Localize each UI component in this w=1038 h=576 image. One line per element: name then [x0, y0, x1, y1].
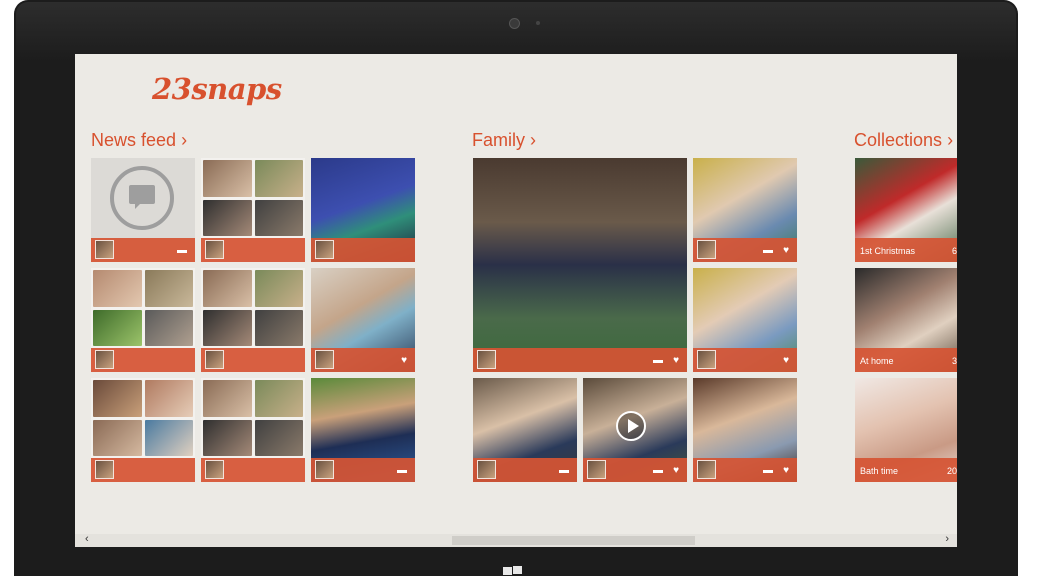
- app-logo: 23snaps: [152, 72, 282, 106]
- family-tile[interactable]: ▬: [473, 378, 577, 482]
- section-header-collections[interactable]: Collections ›: [854, 130, 953, 151]
- avatar: [477, 460, 496, 479]
- avatar: [95, 350, 114, 369]
- chevron-right-icon: ›: [530, 130, 537, 150]
- family-video-tile[interactable]: ▬ ♥: [583, 378, 687, 482]
- app-screen: 23snaps News feed › Family › Collections…: [75, 54, 957, 547]
- photo: [473, 158, 687, 372]
- collection-name: 1st Christmas: [860, 246, 916, 256]
- collection-tile[interactable]: At home 3: [855, 268, 957, 372]
- comment-icon: ▬: [177, 245, 187, 256]
- family-tile[interactable]: ♥: [693, 268, 797, 372]
- section-title: Collections: [854, 130, 943, 150]
- heart-icon: ♥: [673, 355, 679, 366]
- news-feed-tile[interactable]: ♥: [311, 268, 415, 372]
- news-feed-tile[interactable]: [201, 158, 305, 262]
- avatar: [205, 460, 224, 479]
- heart-icon: ♥: [783, 355, 789, 366]
- scroll-right-icon[interactable]: ›: [945, 533, 949, 545]
- news-feed-tile[interactable]: [91, 378, 195, 482]
- chevron-right-icon: ›: [181, 130, 188, 150]
- light-sensor: [536, 21, 540, 25]
- section-header-news-feed[interactable]: News feed ›: [91, 130, 187, 151]
- collection-count: 3: [951, 356, 957, 366]
- family-tile[interactable]: ▬ ♥: [693, 378, 797, 482]
- collection-name: Bath time: [860, 466, 899, 476]
- avatar: [95, 460, 114, 479]
- avatar: [205, 240, 224, 259]
- section-title: Family: [472, 130, 525, 150]
- collection-name: At home: [860, 356, 894, 366]
- avatar: [315, 240, 334, 259]
- avatar: [315, 460, 334, 479]
- photo-collage: [93, 270, 193, 346]
- tablet-bezel-top: [16, 2, 1016, 62]
- scroll-left-icon[interactable]: ‹: [85, 533, 89, 545]
- collection-count: 20: [946, 466, 957, 476]
- avatar: [697, 460, 716, 479]
- photo-collage: [203, 160, 303, 236]
- windows-logo-icon: [503, 566, 523, 576]
- comment-icon: ▬: [763, 245, 773, 256]
- news-feed-tile[interactable]: ▬: [311, 378, 415, 482]
- collection-tile-selected[interactable]: Bath time 20: [855, 378, 957, 482]
- family-feature-tile[interactable]: ▬ ♥: [473, 158, 687, 372]
- avatar: [95, 240, 114, 259]
- comment-icon: ▬: [763, 465, 773, 476]
- heart-icon: ♥: [401, 355, 407, 366]
- collection-tile[interactable]: 1st Christmas 6: [855, 158, 957, 262]
- chevron-right-icon: ›: [947, 130, 954, 150]
- heart-icon: ♥: [783, 465, 789, 476]
- avatar: [697, 240, 716, 259]
- avatar: [477, 350, 496, 369]
- family-tile[interactable]: ▬ ♥: [693, 158, 797, 262]
- scrollbar-thumb[interactable]: [452, 536, 695, 545]
- avatar: [205, 350, 224, 369]
- play-icon[interactable]: [616, 411, 646, 441]
- avatar: [315, 350, 334, 369]
- news-feed-tile[interactable]: ▬: [91, 158, 195, 262]
- avatar: [587, 460, 606, 479]
- comment-icon: ▬: [559, 465, 569, 476]
- collection-count: 6: [951, 246, 957, 256]
- comment-icon: ▬: [653, 465, 663, 476]
- photo-collage: [93, 380, 193, 456]
- photo-collage: [203, 380, 303, 456]
- photo-collage: [203, 270, 303, 346]
- comment-icon: ▬: [397, 465, 407, 476]
- news-feed-tile[interactable]: [311, 158, 415, 262]
- heart-icon: ♥: [783, 245, 789, 256]
- section-header-family[interactable]: Family ›: [472, 130, 536, 151]
- front-camera: [509, 18, 520, 29]
- comment-icon: ▬: [653, 355, 663, 366]
- heart-icon: ♥: [673, 465, 679, 476]
- news-feed-tile[interactable]: [201, 378, 305, 482]
- avatar: [697, 350, 716, 369]
- section-title: News feed: [91, 130, 177, 150]
- news-feed-tile[interactable]: [201, 268, 305, 372]
- news-feed-tile[interactable]: [91, 268, 195, 372]
